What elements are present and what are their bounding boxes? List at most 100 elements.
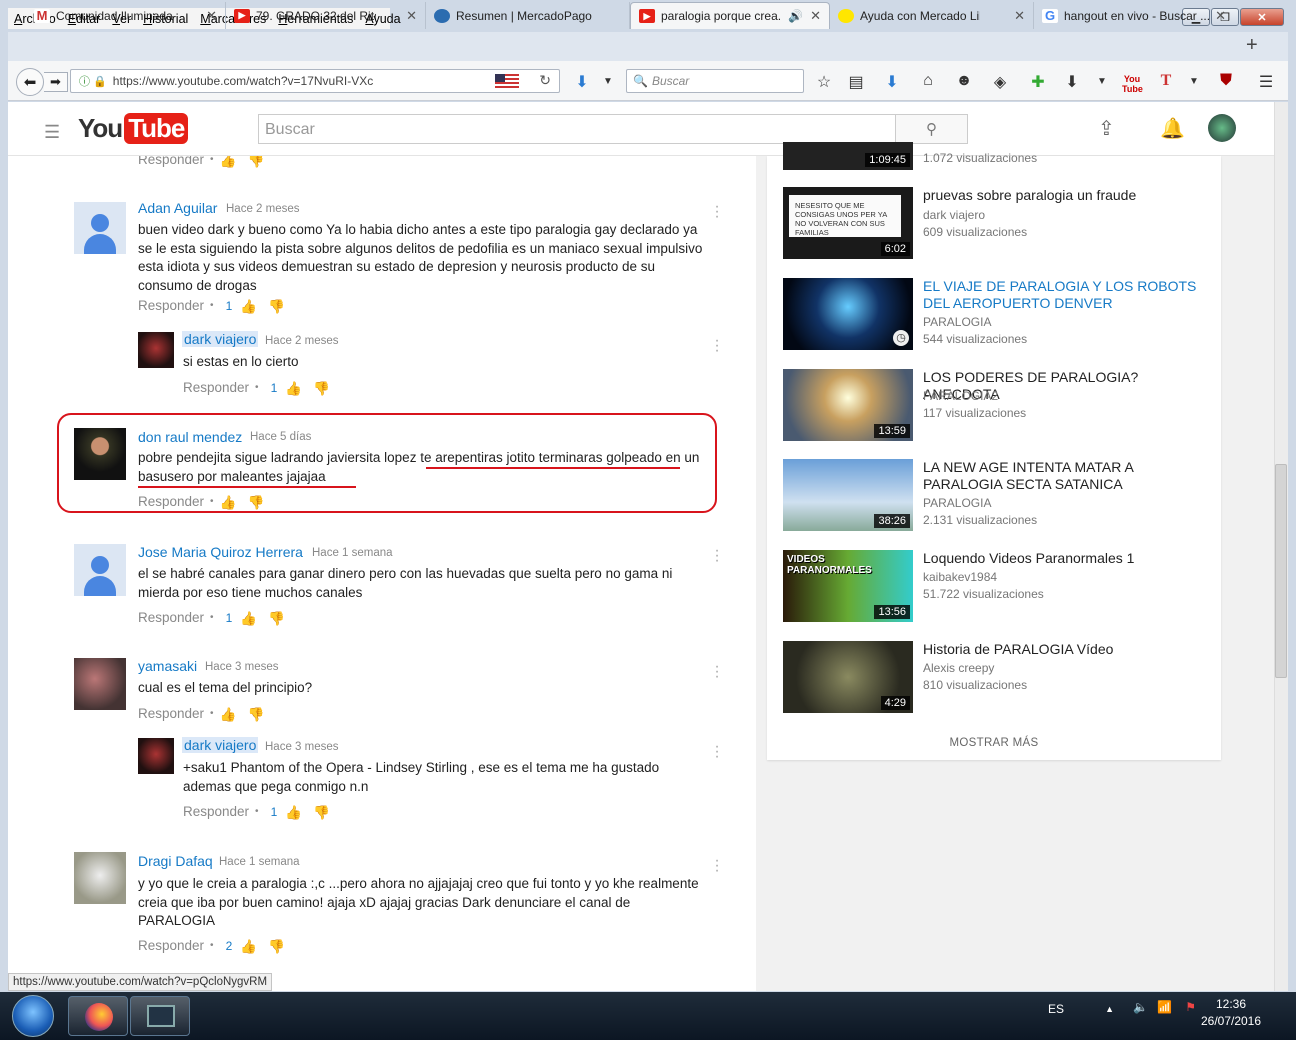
comment-author[interactable]: dark viajero xyxy=(182,737,259,753)
language-indicator[interactable]: ES xyxy=(1048,1002,1064,1016)
tray-up-arrow-icon[interactable]: ▲ xyxy=(1105,1004,1114,1014)
thumbs-down-icon[interactable]: 👎 xyxy=(268,299,285,314)
video-channel[interactable]: PARALOGIA2 xyxy=(923,389,998,403)
thumbs-up-icon[interactable]: 👍 xyxy=(240,299,257,314)
notification-bell-icon[interactable]: 🔔 xyxy=(1160,116,1185,141)
video-thumbnail[interactable]: VIDEOS PARANORMALES 13:56 xyxy=(783,550,913,622)
more-options-icon[interactable]: · · · xyxy=(714,659,720,685)
tab-mercadopago[interactable]: Resumen | MercadoPago xyxy=(426,2,630,29)
guide-menu-icon[interactable]: ☰ xyxy=(44,122,60,143)
network-icon[interactable]: 📶 xyxy=(1157,1000,1172,1014)
video-title[interactable]: LA NEW AGE INTENTA MATAR A PARALOGIA SEC… xyxy=(923,459,1213,493)
taskbar-clock[interactable]: 12:36 26/07/2016 xyxy=(1196,996,1266,1030)
bookmark-star-icon[interactable]: ☆ xyxy=(814,72,834,92)
back-button[interactable]: ⬅ xyxy=(16,68,44,96)
reply-button[interactable]: Responder xyxy=(138,156,204,167)
video-channel[interactable]: Alexis creepy xyxy=(923,661,994,675)
youtube-search-button[interactable]: ⚲ xyxy=(895,114,968,144)
video-channel[interactable]: kaibakev1984 xyxy=(923,570,997,584)
thumbs-up-icon[interactable]: 👍 xyxy=(220,707,237,722)
taskbar-app[interactable] xyxy=(130,996,190,1036)
tab-mercadolibre[interactable]: Ayuda con Mercado Libr...✕ xyxy=(830,2,1034,29)
thumbs-down-icon[interactable]: 👎 xyxy=(313,805,330,820)
comment-time[interactable]: Hace 3 meses xyxy=(265,741,339,753)
home-icon[interactable]: ⌂ xyxy=(918,72,938,90)
chat-icon[interactable]: ☻ xyxy=(954,72,974,90)
action-center-icon[interactable]: ⚑ xyxy=(1185,1000,1196,1014)
more-options-icon[interactable]: · · · xyxy=(714,333,720,359)
volume-icon[interactable]: 🔈 xyxy=(1133,1000,1148,1014)
video-thumbnail[interactable]: NESESITO QUE ME CONSIGAS UNOS PER YA NO … xyxy=(783,187,913,259)
tab-paralogia-active[interactable]: ▶ paralogia porque crea... 🔊 ✕ xyxy=(630,2,830,29)
comment-author[interactable]: Jose Maria Quiroz Herrera xyxy=(138,544,303,560)
url-bar[interactable]: ⓘ 🔒 https://www.youtube.com/watch?v=17Nv… xyxy=(70,69,560,93)
hamburger-menu-icon[interactable]: ☰ xyxy=(1256,72,1276,92)
reading-list-icon[interactable]: ▤ xyxy=(846,72,866,92)
translate-icon[interactable]: T xyxy=(1156,72,1176,90)
tab-close-icon[interactable]: ✕ xyxy=(406,8,417,24)
comment-time[interactable]: Hace 1 semana xyxy=(312,547,393,559)
comment-time[interactable]: Hace 3 meses xyxy=(205,661,279,673)
video-thumbnail[interactable]: 4:29 xyxy=(783,641,913,713)
video-channel[interactable]: PARALOGIA xyxy=(923,315,991,329)
thumbs-up-icon[interactable]: 👍 xyxy=(220,156,237,168)
more-options-icon[interactable]: · · · xyxy=(714,739,720,765)
video-title[interactable]: pruevas sobre paralogia un fraude xyxy=(923,187,1213,204)
tab-gmail[interactable]: MComunidad Iluminada ha...✕ xyxy=(26,2,226,29)
avatar[interactable] xyxy=(74,202,126,254)
avatar[interactable] xyxy=(138,332,174,368)
video-thumbnail[interactable]: 13:59 xyxy=(783,369,913,441)
us-flag-icon[interactable] xyxy=(495,74,519,88)
reply-button[interactable]: Responder xyxy=(138,938,204,953)
scrollbar-thumb[interactable] xyxy=(1275,464,1287,678)
download-arrow-icon[interactable]: ⬇ xyxy=(882,72,902,92)
download-icon[interactable]: ⬇ xyxy=(572,72,592,92)
tab-google[interactable]: Ghangout en vivo - Buscar ... ✕ xyxy=(1034,2,1234,29)
thumbs-down-icon[interactable]: 👎 xyxy=(248,707,265,722)
extension-dropdown-icon[interactable]: ▼ xyxy=(1092,76,1112,87)
video-thumbnail[interactable]: 38:26 xyxy=(783,459,913,531)
thumbs-down-icon[interactable]: 👎 xyxy=(268,939,285,954)
thumbs-down-icon[interactable]: 👎 xyxy=(313,381,330,396)
thumbs-down-icon[interactable]: 👎 xyxy=(268,611,285,626)
video-thumbnail[interactable]: ◷ xyxy=(783,278,913,350)
reply-button[interactable]: Responder xyxy=(138,610,204,625)
video-channel[interactable]: dark viajero xyxy=(923,208,985,222)
thumbs-up-icon[interactable]: 👍 xyxy=(285,805,302,820)
more-options-icon[interactable]: · · · xyxy=(714,853,720,879)
comment-time[interactable]: Hace 2 meses xyxy=(265,335,339,347)
youtube-search-input[interactable]: Buscar xyxy=(258,114,896,144)
comment-time[interactable]: Hace 2 meses xyxy=(226,203,300,215)
tab-close-icon[interactable]: ✕ xyxy=(206,8,217,24)
comment-author[interactable]: dark viajero xyxy=(182,331,259,347)
download-dropdown-icon[interactable]: ▼ xyxy=(598,76,618,87)
reply-button[interactable]: Responder xyxy=(138,298,204,313)
thumbs-up-icon[interactable]: 👍 xyxy=(240,611,257,626)
video-title[interactable]: EL VIAJE DE PARALOGIA Y LOS ROBOTS DEL A… xyxy=(923,278,1213,312)
thumbs-up-icon[interactable]: 👍 xyxy=(285,381,302,396)
pocket-icon[interactable]: ◈ xyxy=(990,72,1010,92)
thumbs-down-icon[interactable]: 👎 xyxy=(248,156,265,168)
video-thumbnail[interactable]: 1:09:45 xyxy=(783,142,913,170)
speaker-icon[interactable]: 🔊 xyxy=(788,9,803,23)
tab-close-icon[interactable]: ✕ xyxy=(1014,8,1025,24)
upload-icon[interactable]: ⇪ xyxy=(1098,116,1115,141)
reload-icon[interactable]: ↻ xyxy=(539,72,551,89)
tab-close-icon[interactable]: ✕ xyxy=(810,8,821,24)
more-options-icon[interactable]: · · · xyxy=(714,543,720,569)
forward-button[interactable]: ➡ xyxy=(44,72,68,92)
lock-icon[interactable]: ⓘ 🔒 xyxy=(79,73,107,89)
watch-later-clock-icon[interactable]: ◷ xyxy=(893,330,909,346)
new-tab-button[interactable]: + xyxy=(1246,34,1258,57)
video-channel[interactable]: PARALOGIA xyxy=(923,496,991,510)
comment-author[interactable]: Adan Aguilar xyxy=(138,200,217,216)
avatar[interactable] xyxy=(74,658,126,710)
reply-button[interactable]: Responder xyxy=(138,706,204,721)
comment-author[interactable]: Dragi Dafaq xyxy=(138,853,213,869)
avatar[interactable] xyxy=(138,738,174,774)
comment-author[interactable]: yamasaki xyxy=(138,658,197,674)
ublock-icon[interactable]: ⛊ xyxy=(1216,72,1236,90)
tab-youtube-grado[interactable]: ▶79. GRADO 32 del Rito Es...✕ xyxy=(226,2,426,29)
comment-time[interactable]: Hace 1 semana xyxy=(219,856,300,868)
youtube-extension-icon[interactable]: You Tube xyxy=(1122,74,1143,94)
